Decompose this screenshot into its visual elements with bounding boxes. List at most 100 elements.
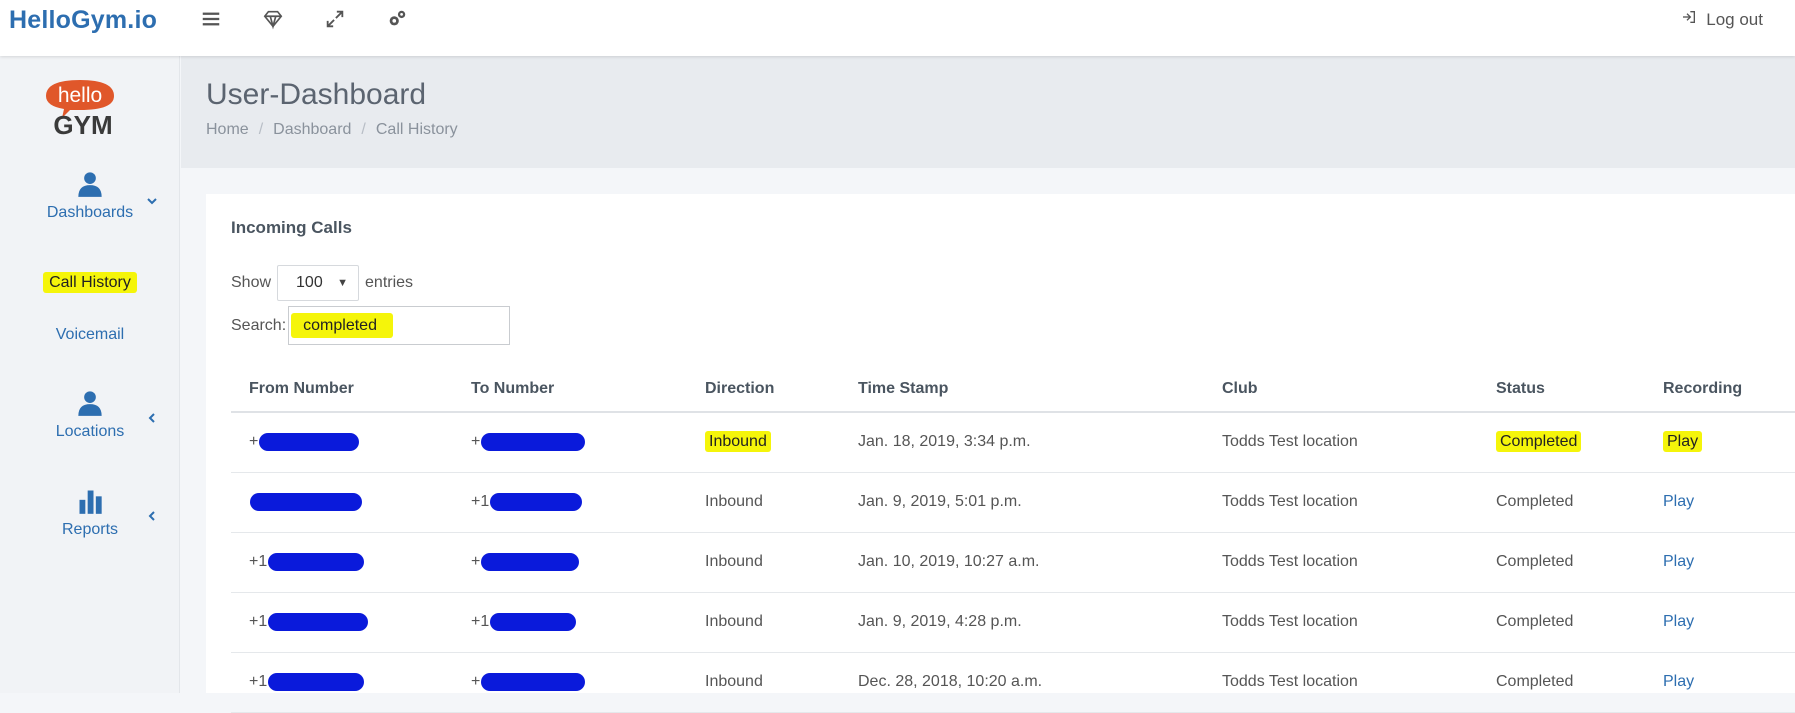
to-number-cell: +	[453, 532, 687, 593]
page-title: User-Dashboard	[206, 78, 427, 111]
table-row: +1 + Inbound Dec. 28, 2018, 10:20 a.m. T…	[231, 652, 1795, 713]
redaction-mark	[490, 492, 583, 511]
entries-select[interactable]: 100 ▼	[277, 265, 360, 301]
redaction-mark	[259, 433, 360, 452]
timestamp-cell: Jan. 10, 2019, 10:27 a.m.	[840, 532, 1204, 593]
status-cell: Completed	[1478, 652, 1645, 713]
content-header: User-Dashboard Home / Dashboard / Call H…	[181, 56, 1795, 168]
club-cell: Todds Test location	[1204, 472, 1478, 533]
to-number-cell: +1	[453, 472, 687, 533]
column-header-time-stamp[interactable]: Time Stamp	[840, 366, 1204, 413]
redaction-mark	[268, 612, 369, 631]
chevron-left-icon[interactable]	[146, 411, 158, 423]
sidebar-item-label: Dashboards	[46, 204, 134, 221]
direction-cell: Inbound	[687, 592, 840, 653]
column-header-recording[interactable]: Recording	[1645, 366, 1795, 413]
club-cell: Todds Test location	[1204, 532, 1478, 593]
sidebar-item-locations[interactable]: Locations	[0, 389, 180, 441]
from-number-cell: +	[231, 412, 453, 473]
column-header-status[interactable]: Status	[1478, 366, 1645, 413]
diamond-icon[interactable]	[262, 8, 284, 30]
logout-label: Log out	[1706, 9, 1763, 29]
sidebar-item-call-history[interactable]: Call History	[0, 272, 180, 293]
from-number-cell: +1	[231, 652, 453, 713]
calls-table: From Number To Number Direction Time Sta…	[231, 366, 1795, 713]
sidebar-item-label: Reports	[61, 521, 119, 538]
breadcrumb-dashboard[interactable]: Dashboard	[273, 121, 351, 139]
play-link[interactable]: Play	[1663, 553, 1694, 570]
breadcrumb: Home / Dashboard / Call History	[206, 121, 458, 139]
from-number-cell	[231, 472, 453, 533]
table-row: +1 + Inbound Jan. 10, 2019, 10:27 a.m. T…	[231, 532, 1795, 593]
card-title: Incoming Calls	[231, 218, 352, 237]
chevron-down-icon[interactable]	[146, 194, 158, 206]
table-header-row: From Number To Number Direction Time Sta…	[231, 366, 1795, 413]
play-link[interactable]: Play	[1663, 613, 1694, 630]
timestamp-cell: Jan. 18, 2019, 3:34 p.m.	[840, 412, 1204, 473]
recording-cell[interactable]: Play	[1645, 412, 1795, 473]
breadcrumb-home[interactable]: Home	[206, 121, 249, 139]
status-cell: Completed	[1478, 532, 1645, 593]
breadcrumb-current: Call History	[375, 121, 458, 138]
recording-cell[interactable]: Play	[1645, 532, 1795, 593]
timestamp-cell: Dec. 28, 2018, 10:20 a.m.	[840, 652, 1204, 713]
sidebar-item-label: Call History	[43, 272, 137, 293]
sidebar-item-label: Voicemail	[55, 326, 125, 343]
table-row: +1 Inbound Jan. 9, 2019, 5:01 p.m. Todds…	[231, 472, 1795, 533]
timestamp-cell: Jan. 9, 2019, 5:01 p.m.	[840, 472, 1204, 533]
to-number-cell: +1	[453, 592, 687, 653]
direction-cell: Inbound	[687, 412, 840, 473]
chevron-left-icon[interactable]	[146, 509, 158, 521]
breadcrumb-separator: /	[258, 121, 264, 138]
expand-icon[interactable]	[324, 8, 346, 30]
entries-label: entries	[365, 274, 414, 291]
status-cell: Completed	[1478, 592, 1645, 653]
status-cell: Completed	[1478, 472, 1645, 533]
column-header-direction[interactable]: Direction	[687, 366, 840, 413]
direction-cell: Inbound	[687, 532, 840, 593]
redaction-mark	[481, 552, 580, 571]
user-icon	[76, 389, 104, 417]
sidebar-item-dashboards[interactable]: Dashboards	[0, 170, 180, 222]
column-header-from-number[interactable]: From Number	[231, 366, 453, 413]
show-label: Show	[231, 274, 272, 291]
from-number-cell: +1	[231, 532, 453, 593]
bar-chart-icon	[76, 487, 104, 515]
brand-name[interactable]: HelloGym.io	[9, 6, 157, 35]
entries-value: 100	[296, 274, 323, 291]
timestamp-cell: Jan. 9, 2019, 4:28 p.m.	[840, 592, 1204, 653]
play-link[interactable]: Play	[1663, 493, 1694, 510]
recording-cell[interactable]: Play	[1645, 592, 1795, 653]
sidebar-item-voicemail[interactable]: Voicemail	[0, 326, 180, 344]
recording-cell[interactable]: Play	[1645, 472, 1795, 533]
sidebar: hello GYM Dashboards Call History Voicem…	[0, 56, 180, 693]
table-row: + + Inbound Jan. 18, 2019, 3:34 p.m. Tod…	[231, 412, 1795, 473]
redaction-mark	[481, 433, 586, 452]
play-link[interactable]: Play	[1663, 431, 1703, 453]
club-cell: Todds Test location	[1204, 652, 1478, 713]
search-control: Search: completed	[231, 306, 511, 345]
search-label: Search:	[231, 316, 287, 334]
play-link[interactable]: Play	[1663, 673, 1694, 690]
table-row: +1 +1 Inbound Jan. 9, 2019, 4:28 p.m. To…	[231, 592, 1795, 653]
entries-length-control: Show 100 ▼ entries	[231, 265, 413, 301]
caret-down-icon: ▼	[337, 277, 349, 289]
club-cell: Todds Test location	[1204, 412, 1478, 473]
logout-icon	[1681, 9, 1697, 30]
status-cell: Completed	[1478, 412, 1645, 473]
club-cell: Todds Test location	[1204, 592, 1478, 653]
search-value: completed	[291, 313, 393, 338]
column-header-club[interactable]: Club	[1204, 366, 1478, 413]
logout-button[interactable]: Log out	[1681, 9, 1763, 30]
recording-cell[interactable]: Play	[1645, 652, 1795, 713]
sidebar-item-reports[interactable]: Reports	[0, 487, 180, 539]
incoming-calls-card: Incoming Calls Show 100 ▼ entries Search…	[206, 194, 1795, 713]
menu-icon[interactable]	[200, 8, 222, 30]
hellogym-logo[interactable]: hello GYM	[40, 78, 122, 140]
column-header-to-number[interactable]: To Number	[453, 366, 687, 413]
top-navbar: HelloGym.io Log out	[0, 0, 1795, 56]
search-input[interactable]: completed	[288, 306, 511, 345]
direction-cell: Inbound	[687, 472, 840, 533]
settings-icon[interactable]	[386, 8, 408, 30]
breadcrumb-separator: /	[361, 121, 366, 138]
